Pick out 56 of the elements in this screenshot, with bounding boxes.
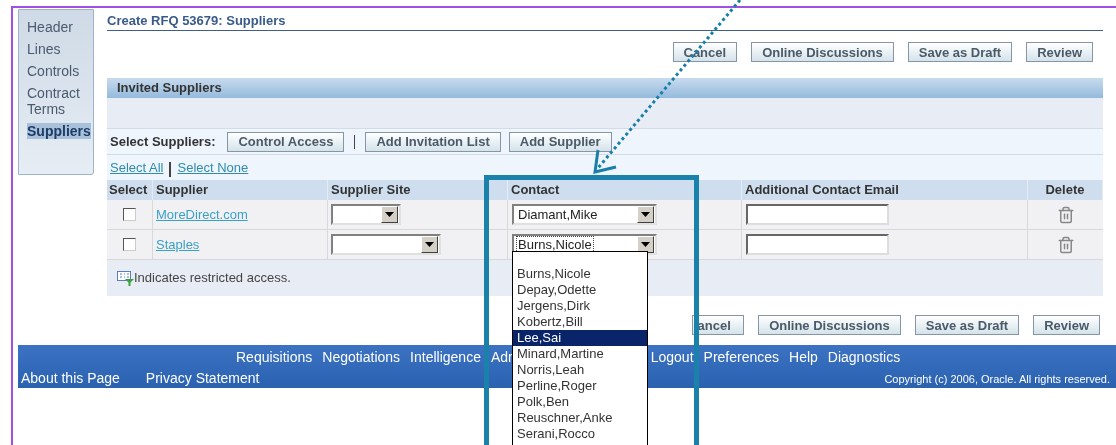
footer-link[interactable]: About this Page	[21, 370, 120, 386]
dropdown-option[interactable]: Burns,Nicole	[513, 266, 647, 282]
action-button[interactable]: Save as Draft	[907, 42, 1013, 62]
footer-link[interactable]: Requisitions	[236, 349, 313, 365]
sidebar-item[interactable]: Suppliers	[27, 123, 91, 139]
sidebar-item[interactable]: Contract Terms	[27, 85, 93, 117]
restricted-access-note: Indicates restricted access.	[134, 269, 291, 288]
toolbar-button[interactable]: Control Access	[227, 131, 345, 152]
footer-link[interactable]: Adr	[490, 349, 513, 365]
action-button[interactable]: Review	[1026, 42, 1093, 62]
restricted-access-icon	[117, 270, 134, 286]
caret-icon	[421, 236, 438, 253]
caret-icon	[637, 206, 654, 223]
delete-icon[interactable]	[1056, 235, 1075, 254]
action-button[interactable]: Save as Draft	[914, 315, 1020, 335]
email-input-field[interactable]	[746, 204, 889, 225]
dropdown-option[interactable]: Reuschner,Anke	[513, 410, 647, 426]
footer-link[interactable]: Diagnostics	[827, 349, 901, 365]
dropdown-option[interactable]: Lee,Sai	[513, 330, 647, 346]
action-button[interactable]: Online Discussions	[751, 42, 894, 62]
dropdown-option[interactable]: Depay,Odette	[513, 282, 647, 298]
dropdown-option[interactable]: Minard,Martine	[513, 346, 647, 362]
action-button[interactable]: Review	[1033, 315, 1100, 335]
action-button[interactable]: Cancel	[672, 42, 738, 62]
dropdown-option[interactable]: Serani,Rocco	[513, 426, 647, 442]
select-all-link[interactable]: Select All	[110, 157, 164, 177]
email-input-field[interactable]	[746, 234, 889, 255]
footer-link[interactable]: Negotiations	[322, 349, 401, 365]
section-header: Invited Suppliers	[107, 78, 1103, 98]
dropdown-option[interactable]: Norris,Leah	[513, 362, 647, 378]
select-suppliers-label: Select Suppliers:	[110, 132, 216, 151]
dropdown-option[interactable]: Polk,Ben	[513, 394, 647, 410]
select-field[interactable]	[331, 204, 401, 225]
caret-icon	[381, 206, 398, 223]
select-field[interactable]: Diamant,Mike	[512, 204, 657, 225]
row-checkbox[interactable]	[123, 208, 136, 221]
toolbar-button[interactable]: Add Invitation List	[365, 131, 501, 152]
footer-link[interactable]: Privacy Statement	[145, 370, 260, 386]
row-checkbox[interactable]	[123, 238, 136, 251]
select-none-link[interactable]: Select None	[177, 157, 249, 177]
footer-link[interactable]: Logout	[650, 349, 694, 365]
sidebar-item[interactable]: Controls	[27, 63, 80, 79]
page-title: Create RFQ 53679: Suppliers	[107, 13, 1103, 31]
sidebar-item[interactable]: Lines	[27, 41, 61, 57]
footer-link[interactable]: Intelligence	[410, 349, 481, 365]
select-field[interactable]	[331, 234, 441, 255]
dropdown-option[interactable]: Jergens,Dirk	[513, 298, 647, 314]
toolbar-button[interactable]: Add Supplier	[508, 131, 612, 152]
footer-link[interactable]: Preferences	[703, 349, 780, 365]
dropdown-option[interactable]: Kobertz,Bill	[513, 314, 647, 330]
dropdown-option[interactable]: Perline,Roger	[513, 378, 647, 394]
footer-link[interactable]: Help	[789, 349, 818, 365]
sidebar-item[interactable]: Header	[27, 19, 73, 35]
action-button[interactable]: Online Discussions	[758, 315, 901, 335]
copyright-text: Copyright (c) 2006, Oracle. All rights reserved.	[884, 372, 1110, 386]
delete-icon[interactable]	[1056, 205, 1075, 224]
